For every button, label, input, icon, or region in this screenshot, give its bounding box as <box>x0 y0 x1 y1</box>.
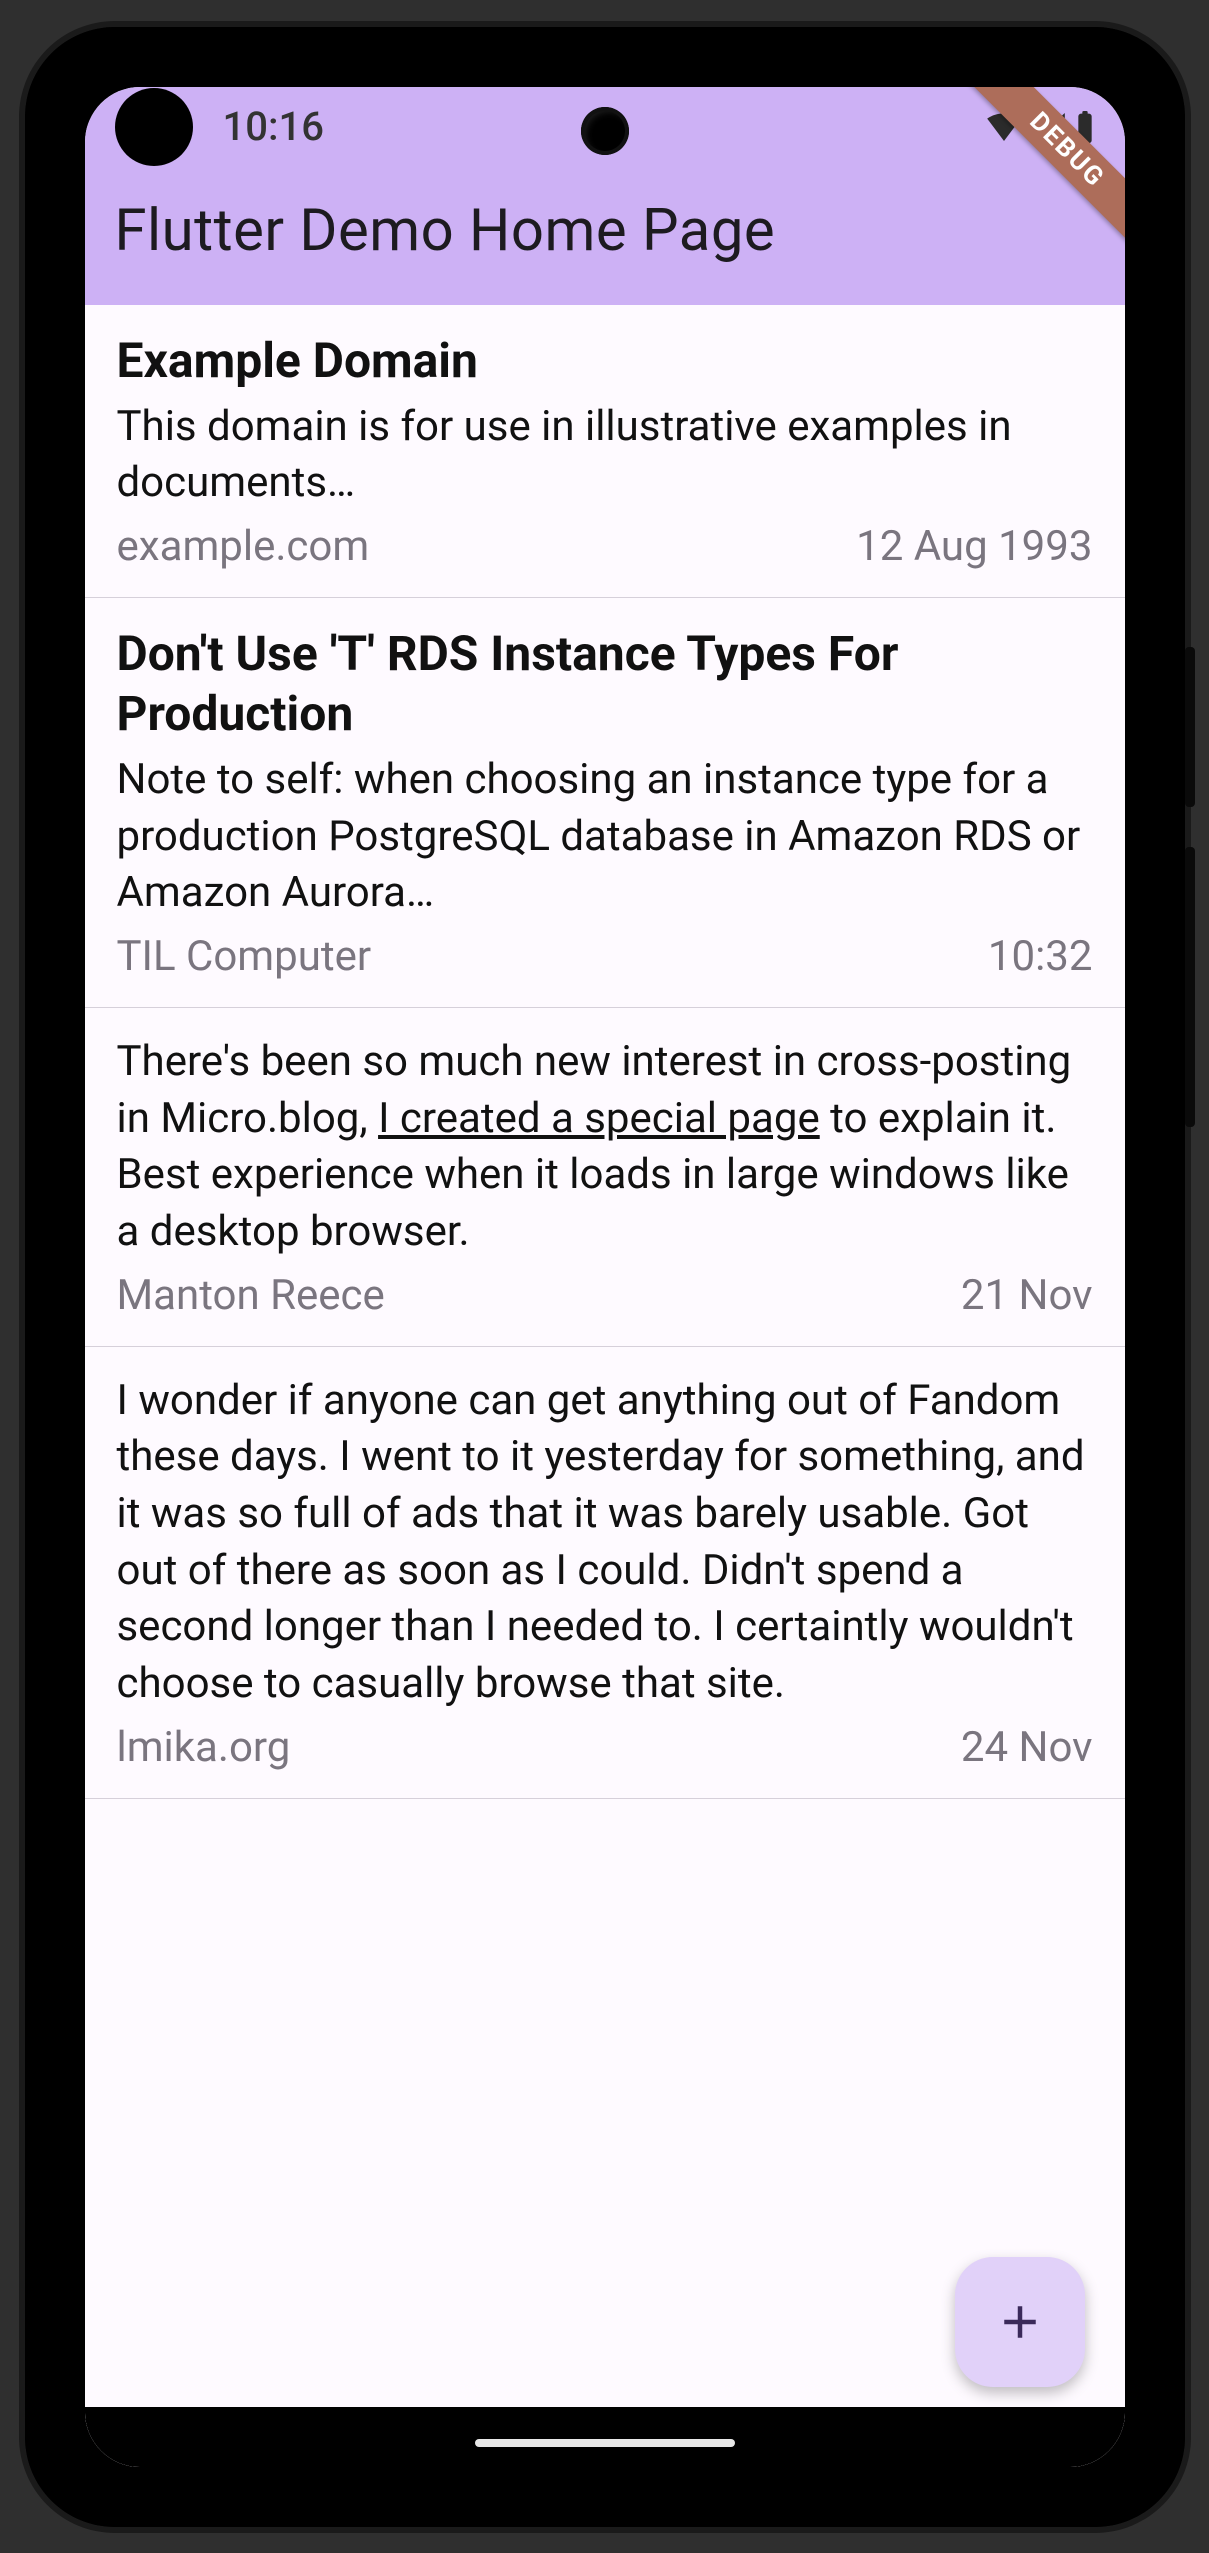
status-time: 10:16 <box>223 103 324 150</box>
plus-icon <box>993 2295 1047 2349</box>
screen: 10:16 Flutter Demo Home Page DEBUG Examp… <box>85 87 1125 2467</box>
list-item[interactable]: Example Domain This domain is for use in… <box>85 305 1125 598</box>
item-title: Example Domain <box>117 331 1093 391</box>
top-region: 10:16 Flutter Demo Home Page DEBUG <box>85 87 1125 305</box>
item-source: example.com <box>117 522 370 571</box>
item-body-link[interactable]: I created a special page <box>378 1094 820 1143</box>
nav-pill[interactable] <box>475 2439 735 2447</box>
camera-hole <box>581 107 629 155</box>
item-source: TIL Computer <box>117 932 372 981</box>
list-item[interactable]: I wonder if anyone can get anything out … <box>85 1347 1125 1799</box>
add-button[interactable] <box>955 2257 1085 2387</box>
page-title: Flutter Demo Home Page <box>115 197 1095 265</box>
item-stamp: 21 Nov <box>961 1271 1093 1320</box>
item-meta: TIL Computer 10:32 <box>117 932 1093 981</box>
item-body: This domain is for use in illustrative e… <box>117 399 1093 512</box>
phone-frame: 10:16 Flutter Demo Home Page DEBUG Examp… <box>25 27 1185 2527</box>
item-stamp: 10:32 <box>988 932 1093 981</box>
status-icons <box>987 111 1095 143</box>
item-source: lmika.org <box>117 1723 291 1772</box>
status-avatar-dot <box>115 88 193 166</box>
item-body: There's been so much new interest in cro… <box>117 1034 1093 1261</box>
feed-list[interactable]: Example Domain This domain is for use in… <box>85 305 1125 2467</box>
item-stamp: 12 Aug 1993 <box>856 522 1092 571</box>
cell-signal-icon <box>1031 113 1065 141</box>
list-item[interactable]: Don't Use 'T' RDS Instance Types For Pro… <box>85 598 1125 1008</box>
side-button-power <box>1185 647 1195 807</box>
app-bar: Flutter Demo Home Page <box>85 167 1125 305</box>
item-title: Don't Use 'T' RDS Instance Types For Pro… <box>117 624 1093 744</box>
side-button-volume <box>1185 847 1195 1127</box>
battery-icon <box>1075 111 1095 143</box>
item-meta: lmika.org 24 Nov <box>117 1723 1093 1772</box>
item-body: I wonder if anyone can get anything out … <box>117 1373 1093 1713</box>
item-source: Manton Reece <box>117 1271 385 1320</box>
wifi-icon <box>987 113 1021 141</box>
item-meta: Manton Reece 21 Nov <box>117 1271 1093 1320</box>
list-item[interactable]: There's been so much new interest in cro… <box>85 1008 1125 1347</box>
item-stamp: 24 Nov <box>961 1723 1093 1772</box>
item-meta: example.com 12 Aug 1993 <box>117 522 1093 571</box>
status-bar: 10:16 <box>85 87 1125 167</box>
item-body: Note to self: when choosing an instance … <box>117 752 1093 922</box>
nav-bar-area <box>85 2407 1125 2467</box>
stage: 10:16 Flutter Demo Home Page DEBUG Examp… <box>0 0 1209 2553</box>
